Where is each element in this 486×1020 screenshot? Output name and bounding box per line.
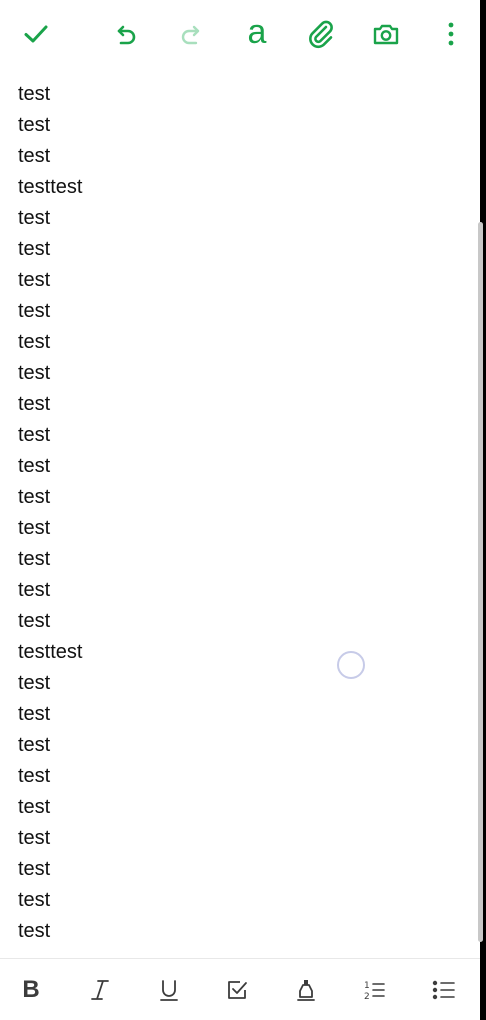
checkmark-icon — [24, 25, 48, 43]
text-line[interactable]: test — [18, 142, 82, 173]
paperclip-icon — [309, 20, 333, 49]
done-button[interactable] — [14, 12, 58, 56]
text-line[interactable]: test — [18, 824, 82, 855]
text-line[interactable]: test — [18, 235, 82, 266]
redo-button[interactable] — [169, 12, 213, 56]
undo-icon — [117, 25, 136, 45]
text-line[interactable]: test — [18, 80, 82, 111]
text-line[interactable]: test — [18, 700, 82, 731]
top-toolbar: a — [0, 0, 480, 70]
more-vertical-icon — [448, 22, 454, 46]
text-line[interactable]: test — [18, 328, 82, 359]
numbered-list-icon: 1 2 — [364, 981, 385, 1002]
formatting-toolbar: B 1 2 — [0, 958, 480, 1020]
camera-icon — [373, 24, 399, 45]
svg-text:2: 2 — [364, 992, 370, 1002]
text-line[interactable]: test — [18, 204, 82, 235]
text-line[interactable]: test — [18, 669, 82, 700]
bullet-list-icon — [432, 980, 455, 1000]
bold-button[interactable]: B — [14, 973, 48, 1007]
text-line[interactable]: test — [18, 483, 82, 514]
text-line[interactable]: test — [18, 297, 82, 328]
text-line[interactable]: test — [18, 731, 82, 762]
bullet-list-button[interactable] — [427, 973, 461, 1007]
text-line[interactable]: test — [18, 390, 82, 421]
svg-text:1: 1 — [364, 981, 370, 991]
undo-button[interactable] — [104, 12, 148, 56]
text-line[interactable]: test — [18, 886, 82, 917]
text-line[interactable]: test — [18, 111, 82, 142]
note-lines: test test test testtest test test test t… — [18, 80, 82, 948]
text-line[interactable]: test — [18, 762, 82, 793]
text-line[interactable]: test — [18, 793, 82, 824]
font-style-button[interactable]: a — [235, 12, 279, 56]
underline-button[interactable] — [152, 973, 186, 1007]
text-line[interactable]: test — [18, 607, 82, 638]
text-line[interactable]: testtest — [18, 173, 82, 204]
text-line[interactable]: test — [18, 421, 82, 452]
text-line[interactable]: test — [18, 855, 82, 886]
underline-icon — [160, 980, 178, 1001]
text-line[interactable]: test — [18, 359, 82, 390]
note-editor-screen: a test test test testtest test test test… — [0, 0, 486, 1020]
highlight-button[interactable] — [289, 973, 323, 1007]
text-line[interactable]: test — [18, 545, 82, 576]
attach-button[interactable] — [299, 12, 343, 56]
text-line[interactable]: test — [18, 576, 82, 607]
checkbox-icon — [228, 981, 247, 999]
highlighter-icon — [297, 980, 315, 1001]
redo-icon — [181, 25, 200, 45]
scrollbar-thumb[interactable] — [478, 222, 483, 942]
note-body-editor[interactable]: test test test testtest test test test t… — [0, 70, 480, 958]
font-style-label: a — [247, 13, 267, 51]
bold-label: B — [22, 976, 40, 1003]
numbered-list-button[interactable]: 1 2 — [358, 973, 392, 1007]
touch-indicator — [337, 651, 365, 679]
text-line[interactable]: test — [18, 917, 82, 948]
more-options-button[interactable] — [429, 12, 473, 56]
text-line[interactable]: test — [18, 514, 82, 545]
camera-button[interactable] — [364, 12, 408, 56]
text-line[interactable]: test — [18, 452, 82, 483]
italic-button[interactable] — [83, 973, 117, 1007]
checkbox-button[interactable] — [220, 973, 254, 1007]
italic-icon — [91, 980, 109, 1000]
text-line[interactable]: test — [18, 266, 82, 297]
text-line[interactable]: testtest — [18, 638, 82, 669]
